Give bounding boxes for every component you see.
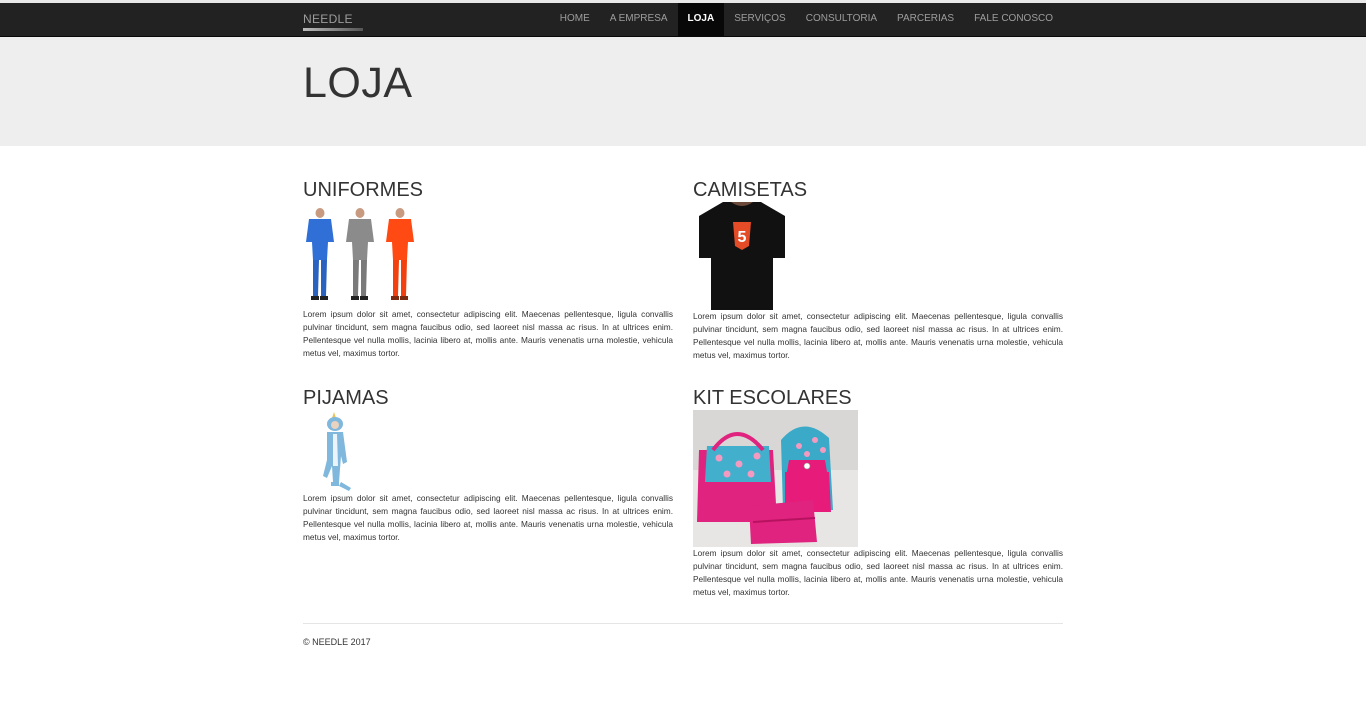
nav-item-consultoria[interactable]: CONSULTORIA: [796, 3, 887, 36]
product-title: PIJAMAS: [303, 387, 389, 409]
navbar: NEEDLE HOME A EMPRESA LOJA SERVIÇOS CONS…: [0, 3, 1366, 37]
tshirt-photo: 5: [693, 202, 791, 310]
product-card-uniformes: UNIFORMES Lorem ipsum dolor sit amet, co…: [303, 178, 673, 360]
nav-item-parcerias[interactable]: PARCERIAS: [887, 3, 964, 36]
product-description: Lorem ipsum dolor sit amet, consectetur …: [303, 309, 673, 358]
product-card-camisetas: CAMISETAS 5 Lorem ipsum dolor sit amet, …: [693, 178, 1063, 362]
nav-item-a-empresa[interactable]: A EMPRESA: [600, 3, 678, 36]
product-description: Lorem ipsum dolor sit amet, consectetur …: [693, 548, 1063, 597]
product-card-kit-escolares: KIT ESCOLARES Lorem ipsum dolor sit amet…: [693, 386, 1063, 599]
nav-item-servicos[interactable]: SERVIÇOS: [724, 3, 796, 36]
school-kit-photo: [693, 410, 858, 547]
nav-item-home[interactable]: HOME: [550, 3, 600, 36]
page-header: LOJA: [0, 37, 1366, 146]
product-title: KIT ESCOLARES: [693, 387, 852, 409]
svg-text:5: 5: [738, 229, 747, 246]
page-title: LOJA: [303, 59, 413, 107]
product-description: Lorem ipsum dolor sit amet, consectetur …: [303, 493, 673, 542]
brand-underline: [303, 28, 363, 31]
footer-divider: [303, 623, 1063, 624]
footer-copyright: © NEEDLE 2017: [303, 637, 371, 647]
uniforms-photo: [303, 202, 423, 308]
navbar-inner: NEEDLE HOME A EMPRESA LOJA SERVIÇOS CONS…: [303, 3, 1063, 36]
product-card-pijamas: PIJAMAS Lorem ipsum dolor sit amet, cons…: [303, 386, 673, 544]
brand-link[interactable]: NEEDLE: [303, 12, 353, 26]
product-title: UNIFORMES: [303, 179, 423, 201]
page-header-inner: LOJA: [303, 37, 1063, 146]
nav-menu: HOME A EMPRESA LOJA SERVIÇOS CONSULTORIA…: [550, 3, 1063, 36]
nav-item-loja[interactable]: LOJA: [677, 3, 725, 36]
product-title: CAMISETAS: [693, 179, 808, 201]
product-description: Lorem ipsum dolor sit amet, consectetur …: [693, 311, 1063, 360]
nav-item-fale-conosco[interactable]: FALE CONOSCO: [964, 3, 1063, 36]
product-grid: UNIFORMES Lorem ipsum dolor sit amet, co…: [303, 146, 1063, 714]
pajama-photo: [303, 410, 373, 492]
